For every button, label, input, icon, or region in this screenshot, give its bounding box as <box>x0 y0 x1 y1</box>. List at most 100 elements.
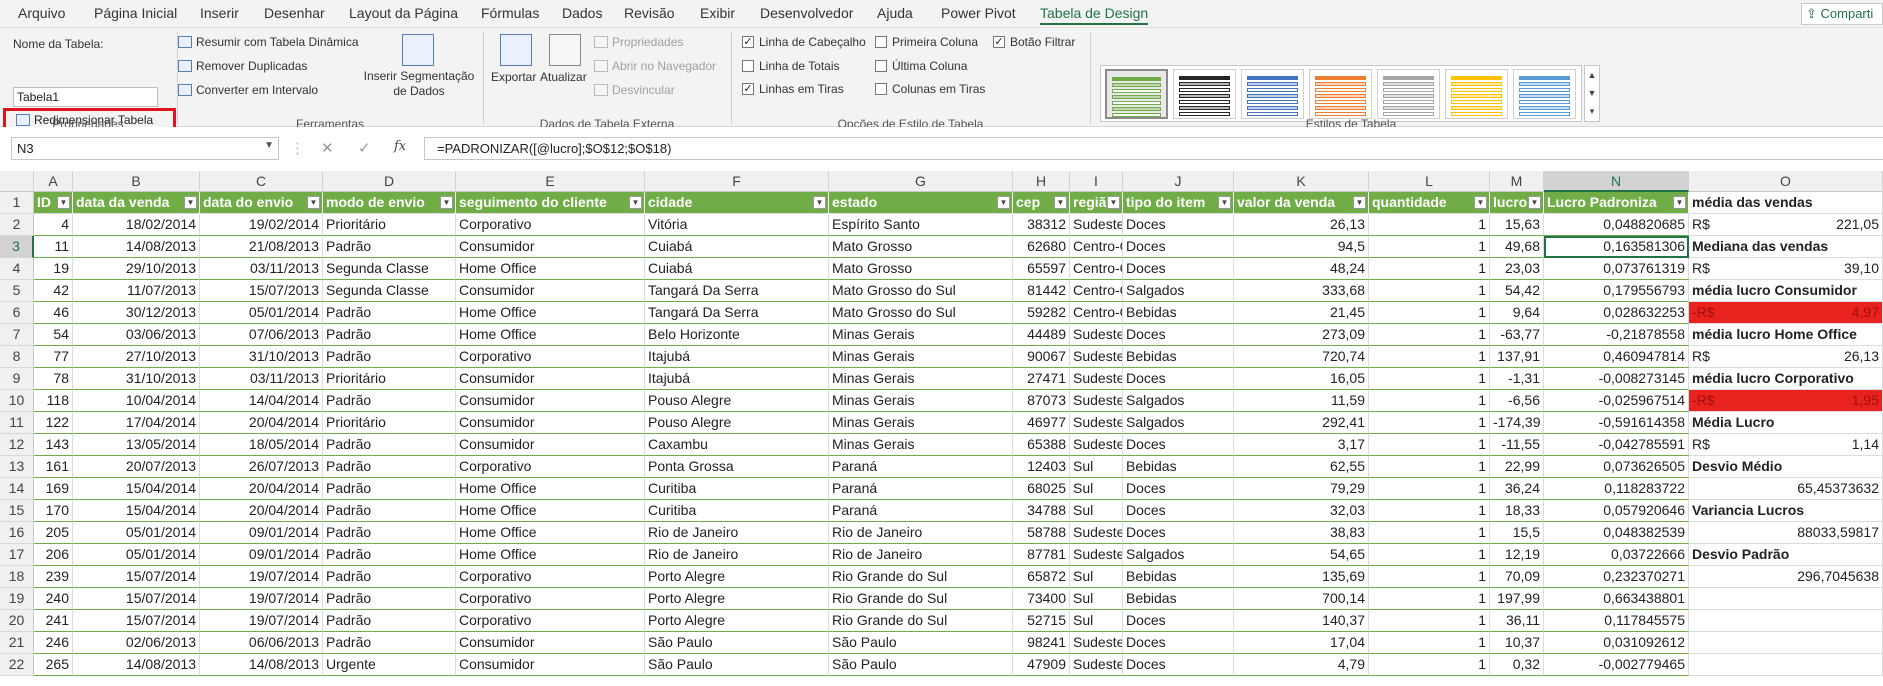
unlink-button[interactable]: Desvincular <box>594 83 675 97</box>
table-cell[interactable]: 241 <box>34 610 73 632</box>
table-style-swatch[interactable] <box>1309 69 1372 119</box>
table-cell[interactable]: Padrão <box>323 434 456 456</box>
table-cell[interactable]: 1 <box>1369 610 1490 632</box>
table-cell[interactable]: 239 <box>34 566 73 588</box>
table-cell[interactable]: Home Office <box>456 258 645 280</box>
table-cell[interactable]: Cuiabá <box>645 236 829 258</box>
table-cell[interactable]: 11,59 <box>1234 390 1369 412</box>
table-style-swatch[interactable] <box>1445 69 1508 119</box>
first-column-checkbox[interactable]: Primeira Coluna <box>875 35 978 49</box>
menu-tab[interactable]: Layout da Página <box>349 5 458 21</box>
table-cell[interactable]: 65872 <box>1013 566 1070 588</box>
table-cell[interactable]: 19/07/2014 <box>200 588 323 610</box>
table-cell[interactable]: 1 <box>1369 566 1490 588</box>
column-header[interactable]: G <box>829 171 1013 192</box>
table-cell[interactable]: Mato Grosso <box>829 258 1013 280</box>
table-cell[interactable]: 31/10/2013 <box>200 346 323 368</box>
table-cell[interactable]: Itajubá <box>645 346 829 368</box>
table-cell[interactable]: Corporativo <box>456 610 645 632</box>
table-cell[interactable]: 36,24 <box>1490 478 1544 500</box>
table-cell[interactable]: -6,56 <box>1490 390 1544 412</box>
stat-label-cell[interactable]: Mediana das vendas <box>1689 236 1883 258</box>
table-cell[interactable]: 68025 <box>1013 478 1070 500</box>
row-header[interactable]: 5 <box>0 280 34 302</box>
table-cell[interactable]: Consumidor <box>456 412 645 434</box>
table-cell[interactable]: -63,77 <box>1490 324 1544 346</box>
table-cell[interactable]: Porto Alegre <box>645 610 829 632</box>
stat-label-cell[interactable]: média lucro Home Office <box>1689 324 1883 346</box>
row-header[interactable]: 3 <box>0 236 34 258</box>
remove-duplicates-button[interactable]: Remover Duplicadas <box>178 59 307 73</box>
table-cell[interactable]: 52715 <box>1013 610 1070 632</box>
cancel-icon[interactable]: ✕ <box>321 139 334 157</box>
table-cell[interactable]: Rio Grande do Sul <box>829 610 1013 632</box>
table-cell[interactable]: 14/08/2013 <box>200 654 323 676</box>
table-cell[interactable]: Belo Horizonte <box>645 324 829 346</box>
table-cell[interactable]: 17,04 <box>1234 632 1369 654</box>
table-cell[interactable]: 17/04/2014 <box>73 412 200 434</box>
table-cell[interactable]: Sul <box>1070 610 1123 632</box>
table-cell[interactable]: 54,65 <box>1234 544 1369 566</box>
table-cell[interactable]: 27/10/2013 <box>73 346 200 368</box>
empty-cell[interactable] <box>1689 632 1883 654</box>
table-cell[interactable]: Consumidor <box>456 280 645 302</box>
table-cell[interactable]: Padrão <box>323 302 456 324</box>
table-cell[interactable]: 03/11/2013 <box>200 368 323 390</box>
table-column-header[interactable]: data da venda ▼ <box>73 192 200 214</box>
stat-cell[interactable]: 296,7045638 <box>1689 566 1883 588</box>
table-cell[interactable]: 77 <box>34 346 73 368</box>
table-cell[interactable]: Corporativo <box>456 346 645 368</box>
table-cell[interactable]: 205 <box>34 522 73 544</box>
stat-cell[interactable]: -R$ 1,95 <box>1689 390 1883 412</box>
stat-label-cell[interactable]: média lucro Consumidor <box>1689 280 1883 302</box>
table-cell[interactable]: São Paulo <box>645 632 829 654</box>
table-cell[interactable]: 62,55 <box>1234 456 1369 478</box>
table-cell[interactable]: Bebidas <box>1123 588 1234 610</box>
table-cell[interactable]: Doces <box>1123 610 1234 632</box>
table-cell[interactable]: 22,99 <box>1490 456 1544 478</box>
table-cell[interactable]: Minas Gerais <box>829 368 1013 390</box>
table-name-input[interactable]: Tabela1 <box>13 87 158 107</box>
table-cell[interactable]: Paraná <box>829 478 1013 500</box>
table-cell[interactable]: 1 <box>1369 280 1490 302</box>
table-cell[interactable]: Salgados <box>1123 544 1234 566</box>
row-header[interactable]: 22 <box>0 654 34 676</box>
table-cell[interactable]: Consumidor <box>456 632 645 654</box>
table-cell[interactable]: 1 <box>1369 368 1490 390</box>
table-cell[interactable]: Bebidas <box>1123 566 1234 588</box>
table-cell[interactable]: -0,002779465 <box>1544 654 1689 676</box>
column-header[interactable]: B <box>73 171 200 192</box>
table-cell[interactable]: 135,69 <box>1234 566 1369 588</box>
table-cell[interactable]: -0,21878558 <box>1544 324 1689 346</box>
table-cell[interactable]: Doces <box>1123 258 1234 280</box>
table-cell[interactable]: Padrão <box>323 478 456 500</box>
table-style-swatch[interactable] <box>1105 69 1168 119</box>
table-cell[interactable]: 0,163581306 <box>1544 236 1689 258</box>
formula-input[interactable]: =PADRONIZAR([@lucro];$O$12;$O$18) <box>424 137 1883 160</box>
table-cell[interactable]: Sudeste <box>1070 544 1123 566</box>
filter-dropdown-icon[interactable]: ▼ <box>1107 196 1120 209</box>
table-cell[interactable]: 1 <box>1369 324 1490 346</box>
row-header[interactable]: 1 <box>0 192 34 214</box>
table-cell[interactable]: 0,073761319 <box>1544 258 1689 280</box>
stat-label-cell[interactable]: média das vendas <box>1689 192 1883 214</box>
table-cell[interactable]: 06/06/2013 <box>200 632 323 654</box>
column-header[interactable]: I <box>1070 171 1123 192</box>
table-cell[interactable]: 1 <box>1369 412 1490 434</box>
filter-dropdown-icon[interactable]: ▼ <box>629 196 642 209</box>
filter-dropdown-icon[interactable]: ▼ <box>997 196 1010 209</box>
table-cell[interactable]: Doces <box>1123 368 1234 390</box>
table-column-header[interactable]: estado ▼ <box>829 192 1013 214</box>
refresh-button[interactable]: Atualizar <box>540 70 587 84</box>
table-cell[interactable]: Sudeste <box>1070 522 1123 544</box>
table-cell[interactable]: Rio de Janeiro <box>829 522 1013 544</box>
banded-columns-checkbox[interactable]: Colunas em Tiras <box>875 82 985 96</box>
row-header[interactable]: 17 <box>0 544 34 566</box>
table-cell[interactable]: -0,025967514 <box>1544 390 1689 412</box>
table-cell[interactable]: 70,09 <box>1490 566 1544 588</box>
table-cell[interactable]: 03/11/2013 <box>200 258 323 280</box>
table-cell[interactable]: 09/01/2014 <box>200 544 323 566</box>
table-cell[interactable]: 15/07/2014 <box>73 610 200 632</box>
filter-dropdown-icon[interactable]: ▼ <box>1054 196 1067 209</box>
table-cell[interactable]: Bebidas <box>1123 346 1234 368</box>
